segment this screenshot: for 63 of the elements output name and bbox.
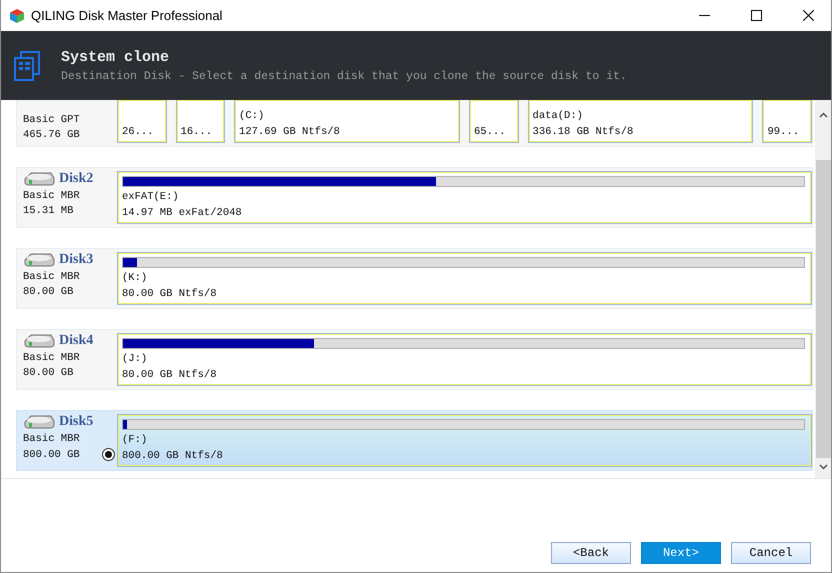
disk-size: 80.00 GB xyxy=(23,367,74,379)
partition-details: 16... xyxy=(180,126,212,138)
clone-icon xyxy=(13,50,41,80)
disk-size: 80.00 GB xyxy=(23,286,74,298)
close-icon[interactable] xyxy=(802,10,814,21)
partition-block[interactable]: (F:) 800.00 GB Ntfs/8 xyxy=(117,414,812,467)
hard-drive-icon xyxy=(23,333,55,349)
disk-type: Basic MBR xyxy=(23,352,81,364)
partition-block[interactable]: 65... xyxy=(469,100,519,143)
disk-size: 800.00 GB xyxy=(23,448,80,460)
disk-name: Disk3 xyxy=(59,252,94,268)
partition-label: (J:) xyxy=(122,353,148,365)
wizard-button[interactable]: Next> xyxy=(641,542,721,564)
disk-row[interactable]: Disk2 Basic MBR 15.31 MB exFAT(E:) 14.97 MB exFat/2048 xyxy=(16,167,813,228)
partition-label: (K:) xyxy=(122,272,148,284)
disk-type: Basic MBR xyxy=(23,433,81,445)
partition-details: 80.00 GB Ntfs/8 xyxy=(122,288,218,300)
disk-name: Disk4 xyxy=(59,333,94,349)
disk-row[interactable]: Disk5 Basic MBR 800.00 GB (F:) 800.00 GB Ntfs/8 xyxy=(16,410,813,471)
page-title: System clone xyxy=(61,48,170,66)
partition-details: 127.69 GB Ntfs/8 xyxy=(239,126,341,138)
window-title: QILING Disk Master Professional xyxy=(31,8,224,23)
disk-name: Disk5 xyxy=(59,414,94,430)
partition-details: 65... xyxy=(474,126,506,138)
partition-details: 99... xyxy=(767,126,799,138)
partition-block[interactable]: data(D:) 336.18 GB Ntfs/8 xyxy=(528,100,754,143)
disk-row[interactable]: Basic GPT 465.76 GB 26... 16... (C:) 127.69 GB Ntfs/8 65... data(D:) 336.18 GB Ntfs/8 99... xyxy=(16,100,813,147)
disk-type: Basic GPT xyxy=(23,114,81,126)
partition-details: 80.00 GB Ntfs/8 xyxy=(122,369,218,381)
partition-label: (F:) xyxy=(122,434,148,446)
hard-drive-icon xyxy=(23,171,55,187)
partition-details: 14.97 MB exFat/2048 xyxy=(122,207,243,219)
partition-block[interactable]: 99... xyxy=(762,100,812,143)
hard-drive-icon xyxy=(23,414,55,430)
disk-row[interactable]: Disk4 Basic MBR 80.00 GB (J:) 80.00 GB Ntfs/8 xyxy=(16,329,813,390)
maximize-icon[interactable] xyxy=(750,10,762,21)
scroll-down-icon[interactable] xyxy=(818,464,828,470)
disk-type: Basic MBR xyxy=(23,190,81,202)
partition-block[interactable]: (C:) 127.69 GB Ntfs/8 xyxy=(234,100,460,143)
disk-size: 15.31 MB xyxy=(23,205,74,217)
partition-label: exFAT(E:) xyxy=(122,191,180,203)
partition-label: data(D:) xyxy=(532,110,584,122)
wizard-button[interactable]: <Back xyxy=(551,542,631,564)
partition-block[interactable]: 26... xyxy=(117,100,167,143)
disk-row[interactable]: Disk3 Basic MBR 80.00 GB (K:) 80.00 GB Ntfs/8 xyxy=(16,248,813,309)
page-subtitle: Destination Disk - Select a destination disk that you clone the source disk to it. xyxy=(61,70,627,82)
partition-block[interactable]: (K:) 80.00 GB Ntfs/8 xyxy=(117,252,812,305)
partition-block[interactable]: 16... xyxy=(176,100,226,143)
disk-type: Basic MBR xyxy=(23,271,81,283)
partition-label: (C:) xyxy=(239,110,266,122)
scrollbar[interactable] xyxy=(815,100,831,478)
scroll-up-icon[interactable] xyxy=(818,112,828,118)
app-cube-icon xyxy=(9,8,25,24)
radio-button[interactable] xyxy=(102,448,115,461)
disk-name: Disk2 xyxy=(59,171,94,187)
partition-block[interactable]: exFAT(E:) 14.97 MB exFat/2048 xyxy=(117,171,812,224)
partition-details: 26... xyxy=(122,126,154,138)
partition-block[interactable]: (J:) 80.00 GB Ntfs/8 xyxy=(117,333,812,386)
hard-drive-icon xyxy=(23,252,55,268)
wizard-button[interactable]: Cancel xyxy=(731,542,811,564)
disk-size: 465.76 GB xyxy=(23,129,81,141)
partition-details: 800.00 GB Ntfs/8 xyxy=(122,450,224,462)
partition-details: 336.18 GB Ntfs/8 xyxy=(532,126,634,138)
